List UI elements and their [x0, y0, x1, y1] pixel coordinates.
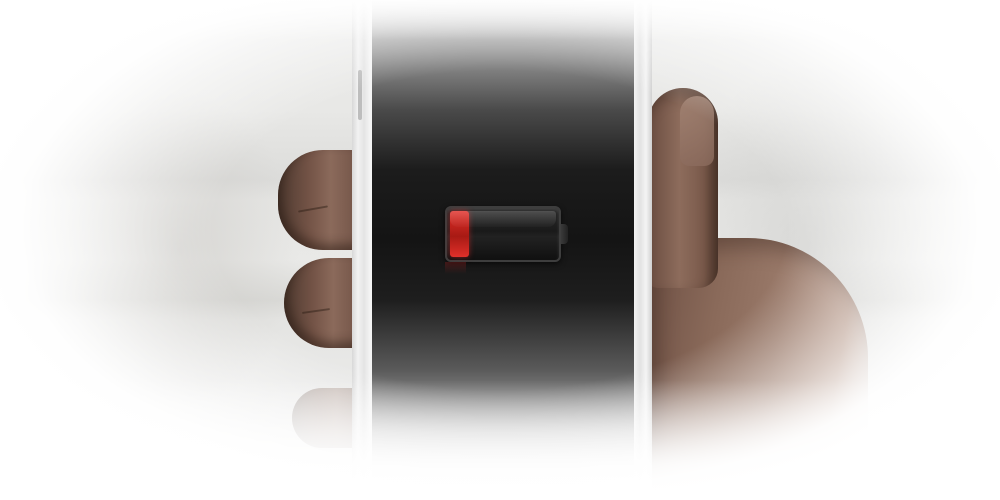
battery-terminal: [561, 224, 568, 244]
background-shade-left: [60, 90, 300, 410]
volume-button: [358, 70, 362, 120]
right-hand: [640, 88, 880, 500]
battery-shine: [450, 211, 556, 227]
battery-low-icon: [445, 206, 561, 262]
thumb: [648, 88, 718, 288]
thumbnail: [680, 96, 714, 166]
photo: [0, 0, 1000, 500]
